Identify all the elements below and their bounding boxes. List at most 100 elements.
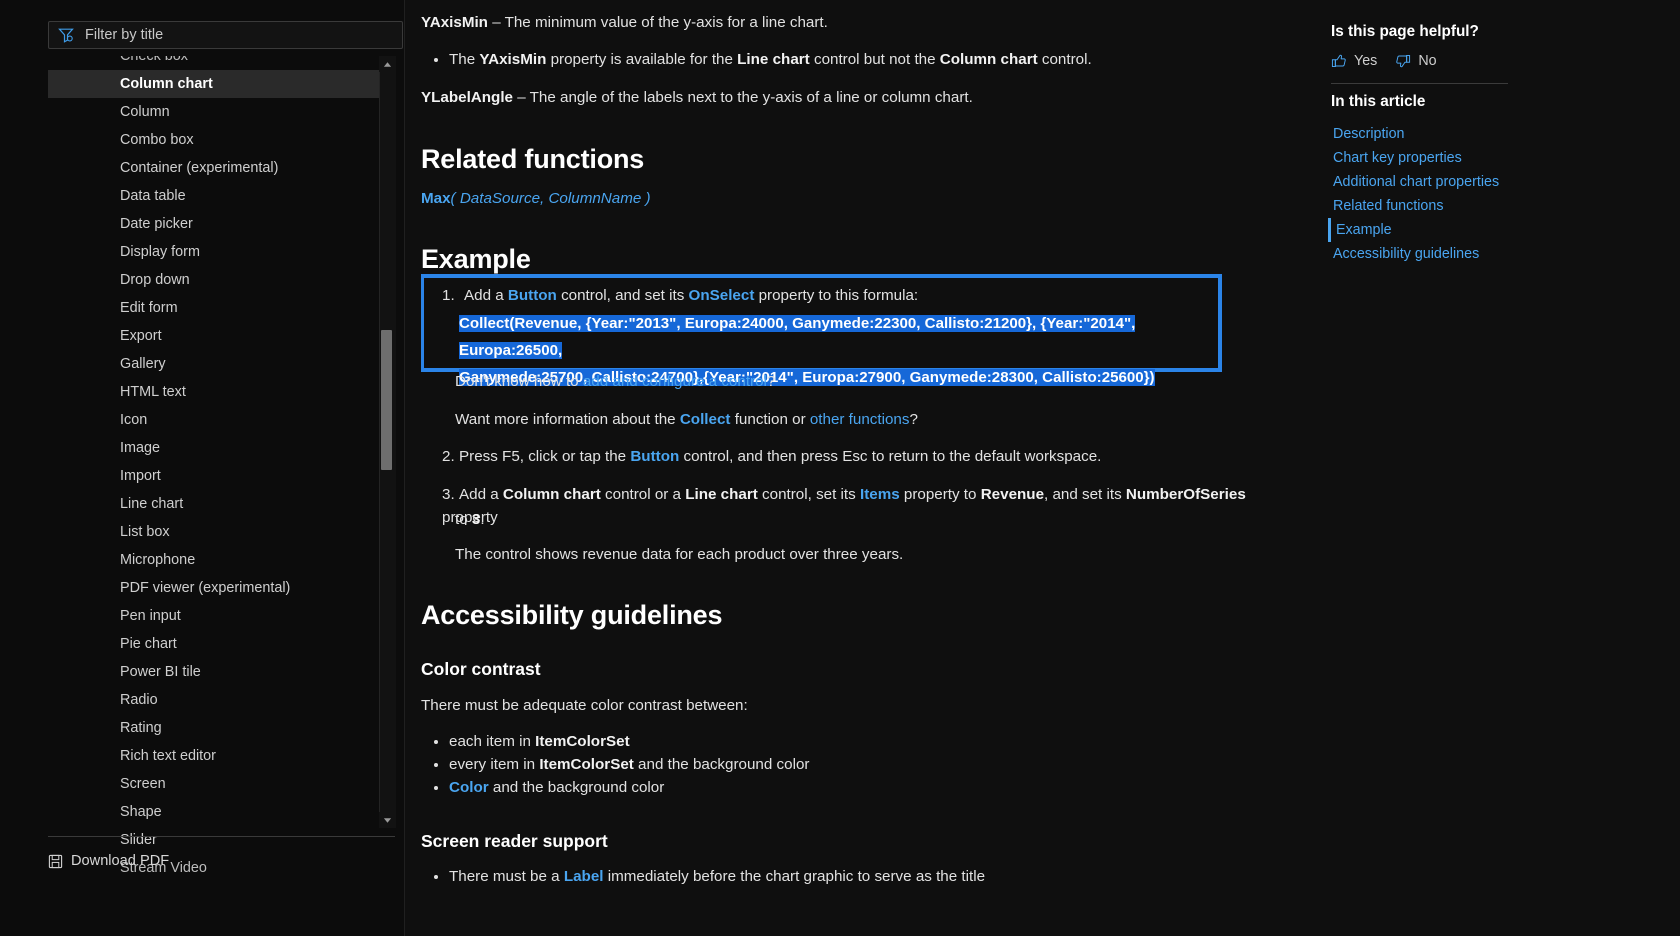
- sidebar-nav: Check box Column chart Column Combo box Cont…: [48, 56, 403, 876]
- sidebar-item-check-box[interactable]: Check box: [48, 56, 386, 70]
- screen-reader-support-heading: Screen reader support: [421, 831, 608, 851]
- sidebar-item-icon[interactable]: Icon: [48, 406, 386, 434]
- step2-button-link[interactable]: Button: [630, 448, 679, 465]
- sidebar-item-display-form[interactable]: Display form: [48, 238, 386, 266]
- sidebar-item-radio[interactable]: Radio: [48, 686, 386, 714]
- sidebar-item-shape[interactable]: Shape: [48, 798, 386, 826]
- cc1-pre: each item in: [449, 733, 536, 750]
- sidebar-item-line-chart[interactable]: Line chart: [48, 490, 386, 518]
- step1-mid: control, and set its: [556, 287, 689, 304]
- sidebar-item-date-picker[interactable]: Date picker: [48, 210, 386, 238]
- step3-line2-post: .: [480, 511, 485, 528]
- other-functions-link[interactable]: other functions: [810, 411, 910, 428]
- filter-input[interactable]: [83, 26, 393, 44]
- sidebar-item-combo-box[interactable]: Combo box: [48, 126, 386, 154]
- sidebar-item-column[interactable]: Column: [48, 98, 386, 126]
- sidebar-item-import[interactable]: Import: [48, 462, 386, 490]
- step1-button-link[interactable]: Button: [508, 287, 557, 304]
- sidebar-item-data-table[interactable]: Data table: [48, 182, 386, 210]
- sidebar-content-separator: [404, 0, 405, 936]
- scroll-up-arrow[interactable]: [379, 56, 395, 72]
- step3-mid3: property to: [899, 486, 981, 503]
- step-3-number: 3.: [442, 486, 455, 503]
- color-contrast-intro: There must be adequate color contrast be…: [421, 697, 748, 714]
- step3-items-link[interactable]: Items: [860, 486, 900, 503]
- sidebar-item-column-chart[interactable]: Column chart: [48, 70, 386, 98]
- in-this-article-title: In this article: [1331, 93, 1426, 110]
- docs-page: Check boxColumn chartColumnCombo boxCont…: [0, 0, 1680, 936]
- bullet-prop: YAxisMin: [479, 51, 547, 68]
- label-control-link[interactable]: Label: [564, 868, 604, 885]
- sidebar-item-edit-form[interactable]: Edit form: [48, 294, 386, 322]
- toc-link-chart-key-properties[interactable]: Chart key properties: [1331, 146, 1581, 170]
- sidebar-nav-list: Check box Column chart Column Combo box Cont…: [48, 56, 386, 876]
- sidebar-item-pen-input[interactable]: Pen input: [48, 602, 386, 630]
- toc-link-example[interactable]: Example: [1328, 218, 1581, 242]
- thumbs-down-icon: [1395, 53, 1411, 69]
- sidebar-item-export[interactable]: Export: [48, 322, 386, 350]
- yaxismin-paragraph: YAxisMin – The minimum value of the y-ax…: [421, 12, 1281, 35]
- max-function-args[interactable]: ( DataSource, ColumnName ): [451, 190, 651, 207]
- download-pdf-button[interactable]: Download PDF: [48, 850, 169, 872]
- sidebar-item-rich-text-editor[interactable]: Rich text editor: [48, 742, 386, 770]
- list-item: Color and the background color: [449, 777, 1301, 800]
- step3-pre: Add a: [459, 486, 503, 503]
- example-focus-box[interactable]: 1. Add a Button control, and set its OnS…: [421, 274, 1222, 386]
- dontknow-post: ?: [766, 373, 776, 390]
- add-configure-control-link[interactable]: add and configure a control: [583, 373, 767, 390]
- feedback-controls: Yes No: [1331, 53, 1437, 69]
- color-contrast-bullets: each item in ItemColorSet every item in …: [421, 731, 1301, 799]
- yaxismin-description: – The minimum value of the y-axis for a …: [487, 14, 828, 31]
- step2-post: control, and then press Esc to return to…: [679, 448, 1102, 465]
- sidebar-item-microphone[interactable]: Microphone: [48, 546, 386, 574]
- step3-revenue: Revenue: [980, 486, 1045, 503]
- thumbs-down-label: No: [1418, 53, 1437, 69]
- dontknow-pre: Don't know how to: [455, 373, 583, 390]
- sidebar-item-pdf-viewer-experimental[interactable]: PDF viewer (experimental): [48, 574, 386, 602]
- max-function-name[interactable]: Max: [421, 190, 451, 207]
- step3-column-chart: Column chart: [502, 486, 601, 503]
- sidebar-item-gallery[interactable]: Gallery: [48, 350, 386, 378]
- table-of-contents: Description Chart key properties Additiona…: [1328, 122, 1581, 266]
- filter-by-title-box[interactable]: [48, 21, 403, 49]
- pdf-download-icon: [48, 854, 63, 869]
- ylabelangle-description: – The angle of the labels next to the y-…: [513, 89, 973, 106]
- download-pdf-label: Download PDF: [71, 853, 170, 869]
- step3-numberofseries: NumberOfSeries: [1125, 486, 1246, 503]
- scroll-down-arrow[interactable]: [379, 812, 395, 828]
- sr1-pre: There must be a: [449, 868, 564, 885]
- sidebar-item-container-experimental[interactable]: Container (experimental): [48, 154, 386, 182]
- sidebar-item-pie-chart[interactable]: Pie chart: [48, 630, 386, 658]
- sidebar-scrollbar-thumb[interactable]: [381, 330, 392, 470]
- thumbs-down-button[interactable]: No: [1395, 53, 1437, 69]
- sidebar-item-html-text[interactable]: HTML text: [48, 378, 386, 406]
- sidebar-item-image[interactable]: Image: [48, 434, 386, 462]
- code-line-1[interactable]: Collect(Revenue, {Year:"2013", Europa:24…: [459, 315, 1136, 359]
- step-1-number: 1.: [442, 287, 455, 304]
- thumbs-up-label: Yes: [1354, 53, 1378, 69]
- collect-function-link[interactable]: Collect: [680, 411, 731, 428]
- toc-link-description[interactable]: Description: [1331, 122, 1581, 146]
- want-more-paragraph: Want more information about the Collect …: [455, 409, 1255, 432]
- toc-link-related-functions[interactable]: Related functions: [1331, 194, 1581, 218]
- related-functions-heading: Related functions: [421, 144, 645, 174]
- sidebar-item-rating[interactable]: Rating: [48, 714, 386, 742]
- thumbs-up-button[interactable]: Yes: [1331, 53, 1377, 69]
- sidebar-item-power-bi-tile[interactable]: Power BI tile: [48, 658, 386, 686]
- dont-know-paragraph: Don't know how to add and configure a co…: [455, 371, 1255, 394]
- toc-link-additional-chart-properties[interactable]: Additional chart properties: [1331, 170, 1581, 194]
- toc-link-accessibility-guidelines[interactable]: Accessibility guidelines: [1331, 242, 1581, 266]
- max-function-link[interactable]: Max( DataSource, ColumnName ): [421, 188, 651, 211]
- color-property-link[interactable]: Color: [449, 779, 489, 796]
- step-3-note: The control shows revenue data for each …: [455, 546, 904, 563]
- bullet-line-chart: Line chart: [737, 51, 810, 68]
- sidebar-item-screen[interactable]: Screen: [48, 770, 386, 798]
- sidebar-item-list-box[interactable]: List box: [48, 518, 386, 546]
- step2-pre: Press F5, click or tap the: [459, 448, 631, 465]
- step1-onselect-link[interactable]: OnSelect: [689, 287, 755, 304]
- wantmore-pre: Want more information about the: [455, 411, 680, 428]
- sidebar-item-drop-down[interactable]: Drop down: [48, 266, 386, 294]
- cc2-pre: every item in: [449, 755, 540, 773]
- right-rail: Is this page helpful? Yes No In this art…: [1328, 0, 1591, 936]
- ylabelangle-paragraph: YLabelAngle – The angle of the labels ne…: [421, 87, 1281, 110]
